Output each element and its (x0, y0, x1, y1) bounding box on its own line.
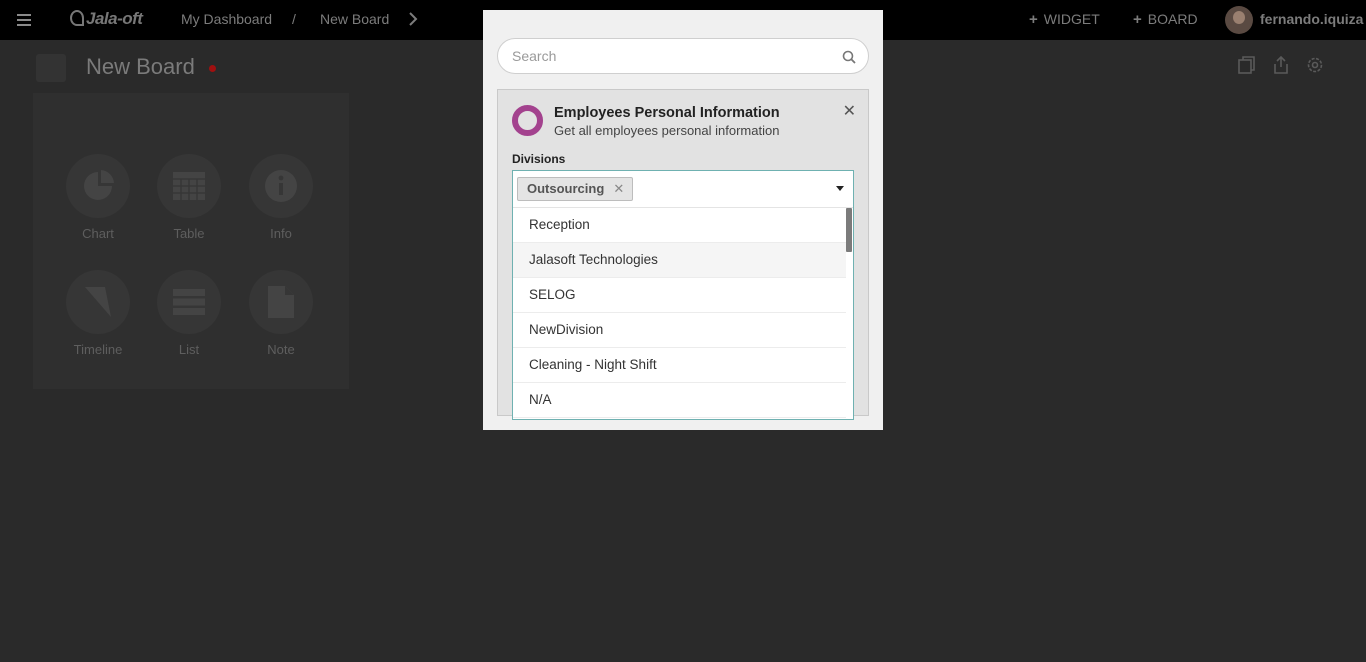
widget-list[interactable]: List (149, 270, 229, 357)
search-box[interactable] (497, 38, 869, 74)
card-description: Get all employees personal information (554, 123, 780, 138)
widget-config-card: Employees Personal Information Get all e… (497, 89, 869, 420)
widget-type-panel: Chart Table Info Timeline List Note (33, 93, 349, 389)
dropdown-option[interactable]: SELOG (513, 278, 846, 313)
copy-icon[interactable] (1237, 55, 1257, 75)
list-icon (173, 289, 205, 315)
dropdown-option[interactable]: Reception (513, 208, 846, 243)
chevron-right-icon[interactable] (407, 11, 419, 27)
widget-chart[interactable]: Chart (58, 154, 138, 241)
widget-label: Timeline (73, 342, 123, 357)
multiselect-input[interactable]: Outsourcing ✕ (513, 171, 853, 208)
gear-icon[interactable] (1305, 55, 1325, 75)
search-icon[interactable] (842, 50, 856, 64)
widget-label: Info (270, 226, 292, 241)
card-title: Employees Personal Information (554, 105, 780, 121)
pie-chart-icon (84, 170, 114, 200)
widget-label: Chart (82, 226, 114, 241)
dropdown-scrollbar[interactable] (846, 208, 852, 419)
breadcrumb-my-dashboard[interactable]: My Dashboard (181, 11, 272, 27)
unsaved-indicator (209, 65, 216, 72)
plus-icon: + (1133, 11, 1142, 28)
divisions-label: Divisions (512, 152, 566, 166)
widget-label: Table (173, 226, 205, 241)
dropdown-option[interactable]: N/A (513, 383, 846, 418)
dropdown-option[interactable]: NewDivision (513, 313, 846, 348)
widget-note[interactable]: Note (241, 270, 321, 357)
add-widget-button[interactable]: + WIDGET (1029, 11, 1100, 28)
table-icon (173, 172, 205, 200)
timeline-icon (85, 287, 111, 317)
board-title: New Board (86, 54, 195, 79)
info-icon (265, 170, 297, 202)
widget-label: Note (267, 342, 295, 357)
scrollbar-thumb[interactable] (846, 208, 852, 252)
dropdown-option[interactable]: Jalasoft Technologies (513, 243, 846, 278)
widget-label: List (178, 342, 200, 357)
share-icon[interactable] (1271, 55, 1291, 75)
ring-icon (512, 105, 543, 136)
divisions-multiselect[interactable]: Outsourcing ✕ Reception Jalasoft Technol… (512, 170, 854, 420)
menu-icon[interactable] (17, 14, 31, 26)
close-icon[interactable]: ✕ (843, 104, 856, 120)
add-board-button[interactable]: + BOARD (1133, 11, 1198, 28)
add-widget-modal: Employees Personal Information Get all e… (483, 10, 883, 430)
selected-tag: Outsourcing ✕ (517, 177, 634, 201)
note-icon (268, 286, 294, 318)
tag-remove-icon[interactable]: ✕ (613, 178, 624, 200)
widget-timeline[interactable]: Timeline (58, 270, 138, 357)
breadcrumb-new-board[interactable]: New Board (320, 11, 389, 27)
avatar[interactable] (1225, 6, 1253, 34)
search-input[interactable] (512, 48, 832, 64)
username[interactable]: fernando.iquiza (1260, 11, 1363, 27)
app-logo[interactable]: Jala-oft (70, 9, 143, 29)
caret-down-icon[interactable] (836, 186, 844, 191)
board-handle[interactable] (36, 54, 66, 82)
widget-table[interactable]: Table (149, 154, 229, 241)
dropdown-options: Reception Jalasoft Technologies SELOG Ne… (513, 208, 846, 419)
dropdown-option[interactable]: Cleaning - Night Shift (513, 348, 846, 383)
breadcrumb-separator: / (292, 11, 296, 27)
plus-icon: + (1029, 11, 1038, 28)
widget-info[interactable]: Info (241, 154, 321, 241)
tag-label: Outsourcing (527, 181, 605, 196)
